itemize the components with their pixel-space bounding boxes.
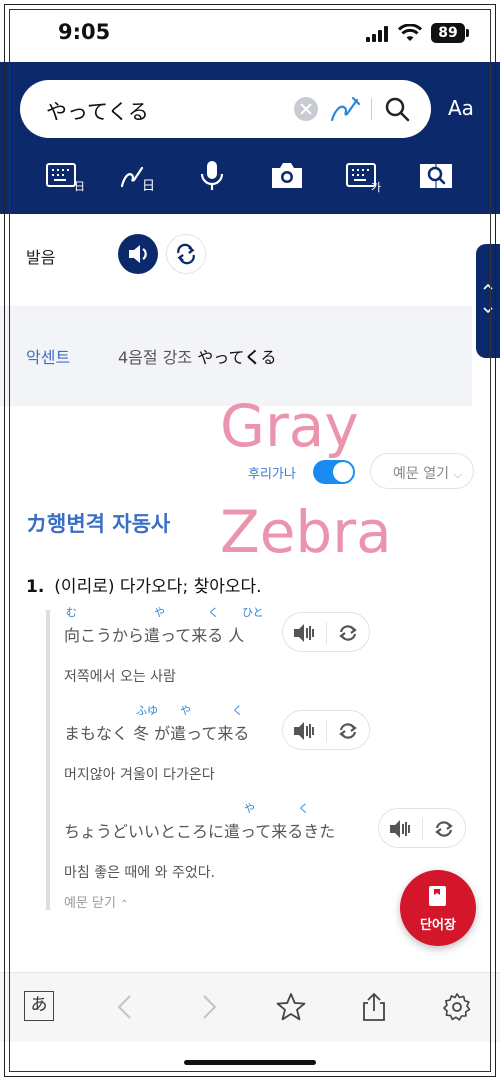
furigana: や — [180, 704, 191, 717]
accent-label: 악센트 — [26, 348, 71, 367]
kana-keyboard-button[interactable]: あ — [24, 991, 54, 1021]
repeat-icon — [177, 243, 195, 265]
speaker-icon[interactable] — [293, 720, 317, 742]
bookmark-book-icon — [429, 886, 446, 906]
svg-text:日: 日 — [74, 180, 84, 193]
search-icon[interactable] — [382, 94, 412, 124]
wifi-icon — [398, 24, 422, 41]
example-audio-controls — [282, 710, 370, 750]
audio-divider — [326, 622, 327, 644]
furigana: く — [232, 704, 243, 717]
definition-text: (이리로) 다가오다; 찾아오다. — [54, 577, 262, 597]
chevron-up-icon: ⌃ — [120, 899, 129, 910]
svg-text:가: 가 — [371, 181, 381, 194]
camera-icon[interactable] — [267, 158, 307, 194]
close-examples-label: 예문 닫기 — [64, 896, 116, 911]
search-input[interactable]: やってくる — [20, 80, 431, 138]
vocabulary-label: 단어장 — [420, 918, 456, 933]
status-time: 9:05 — [58, 20, 111, 44]
font-size-button[interactable]: Aa — [448, 96, 474, 120]
play-pronunciation-button[interactable] — [118, 234, 158, 274]
microphone-icon[interactable] — [192, 158, 232, 194]
furigana: や — [154, 606, 165, 619]
furigana-label: 후리가나 — [248, 467, 296, 482]
furigana-toggle[interactable] — [313, 460, 355, 484]
forward-icon[interactable] — [192, 991, 224, 1023]
part-of-speech: カ행변격 자동사 — [26, 512, 171, 536]
speaker-icon[interactable] — [389, 818, 413, 840]
audio-divider — [422, 818, 423, 840]
input-tools: 日 日 가 — [0, 158, 500, 198]
star-icon[interactable] — [275, 991, 307, 1023]
handwriting-input-icon[interactable]: 日 — [118, 158, 158, 194]
furigana: ふゆ — [136, 704, 158, 717]
accent-word-part: やって — [197, 348, 245, 367]
open-examples-label: 예문 열기 — [393, 466, 449, 482]
furigana: や — [244, 802, 255, 815]
search-divider — [371, 98, 372, 120]
accent-stressed-mora: く — [244, 348, 261, 367]
close-examples-button[interactable]: 예문 닫기 ⌃ — [64, 892, 129, 911]
audio-divider — [326, 720, 327, 742]
back-icon[interactable] — [110, 991, 142, 1023]
speaker-icon[interactable] — [293, 622, 317, 644]
battery-icon: 89 — [431, 23, 469, 43]
keyboard-input-icon[interactable]: 日 — [44, 158, 84, 194]
accent-word: やってくる — [197, 348, 276, 367]
home-indicator — [184, 1060, 316, 1065]
book-search-icon[interactable] — [416, 158, 456, 194]
example-sentence: ちょうどいいところに遣って来るきた — [64, 822, 336, 841]
watermark-line-2: Zebra — [220, 498, 392, 566]
furigana: ひと — [242, 606, 264, 619]
accent-prefix: 4음절 강조 — [118, 348, 193, 367]
search-header: やってくる Aa 日 日 가 — [0, 62, 500, 214]
accent-word-end: る — [260, 348, 277, 367]
repeat-icon[interactable] — [336, 622, 360, 644]
korean-keyboard-icon[interactable]: 가 — [344, 158, 384, 194]
search-query: やってくる — [46, 100, 149, 124]
speaker-icon — [129, 245, 147, 263]
status-bar: 9:05 89 — [0, 0, 500, 62]
svg-text:日: 日 — [142, 179, 155, 194]
bottom-toolbar: あ — [0, 972, 500, 1042]
pronunciation-label: 발음 — [26, 248, 56, 267]
furigana: む — [66, 606, 77, 619]
repeat-pronunciation-button[interactable] — [166, 234, 206, 274]
vocabulary-button[interactable]: 단어장 — [400, 870, 476, 946]
cellular-signal-icon — [366, 26, 388, 42]
furigana: く — [208, 606, 219, 619]
example-sentence: 向こうから遣って来る 人 — [64, 626, 245, 645]
side-scroll-tab[interactable] — [476, 244, 500, 358]
example-translation: 마침 좋은 때에 와 주었다. — [64, 865, 216, 881]
open-examples-button[interactable]: 예문 열기 ⌵ — [370, 453, 474, 489]
definition-number: 1. — [26, 577, 45, 597]
accent-description: 4음절 강조 やってくる — [118, 344, 276, 368]
chevron-down-icon: ⌵ — [453, 468, 462, 481]
accent-row: 악센트 4음절 강조 やってくる — [0, 306, 472, 406]
clear-icon[interactable] — [294, 97, 318, 121]
chevron-up-down-icon — [483, 283, 493, 314]
example-bar — [46, 610, 50, 910]
example-audio-controls — [378, 808, 466, 848]
gear-icon[interactable] — [441, 991, 473, 1023]
share-icon[interactable] — [358, 991, 390, 1023]
example-translation: 머지않아 겨울이 다가온다 — [64, 767, 215, 783]
pronunciation-row: 발음 — [0, 214, 472, 298]
handwriting-icon[interactable] — [329, 94, 361, 124]
repeat-icon[interactable] — [432, 818, 456, 840]
example-translation: 저쪽에서 오는 사람 — [64, 669, 176, 685]
example-audio-controls — [282, 612, 370, 652]
definition: 1. (이리로) 다가오다; 찾아오다. — [26, 572, 262, 597]
furigana: く — [298, 802, 309, 815]
example-sentence: まもなく 冬 が遣って来る — [64, 724, 250, 743]
repeat-icon[interactable] — [336, 720, 360, 742]
watermark-line-1: Gray — [220, 392, 359, 460]
